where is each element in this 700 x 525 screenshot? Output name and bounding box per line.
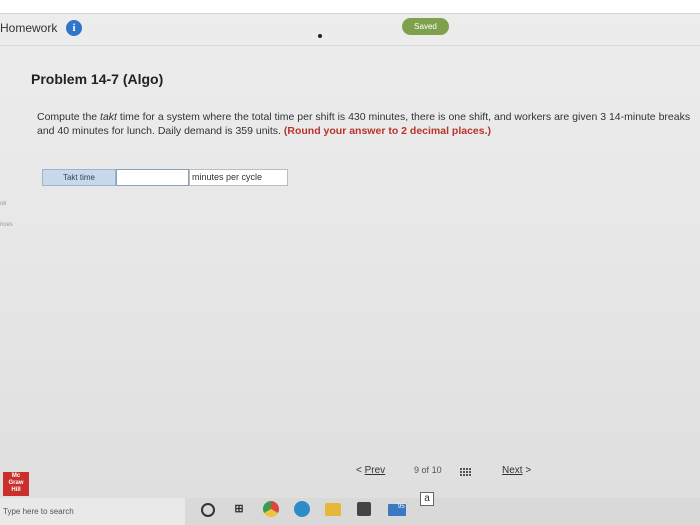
header-divider — [0, 45, 700, 46]
cursor-dot — [318, 34, 322, 38]
chevron-right-icon: > — [525, 465, 532, 476]
task-view-icon[interactable]: ⊞ — [232, 500, 246, 518]
next-label: Next — [502, 465, 523, 476]
chrome-icon[interactable] — [263, 501, 279, 517]
unit-label: minutes per cycle — [189, 169, 288, 186]
store-icon[interactable] — [357, 502, 371, 516]
question-italic: takt — [100, 111, 117, 123]
problem-title: Problem 14-7 (Algo) — [31, 71, 164, 87]
grid-icon[interactable] — [460, 468, 473, 479]
saved-badge: Saved — [402, 18, 449, 35]
cortana-icon[interactable] — [201, 503, 215, 517]
info-icon[interactable]: i — [66, 20, 82, 36]
prev-label: Prev — [364, 465, 386, 476]
mcgraw-hill-logo: Mc Graw Hill — [3, 472, 29, 496]
taskbar-search-input[interactable]: Type here to search — [0, 498, 185, 525]
takt-time-label: Takt time — [42, 169, 116, 186]
prev-button[interactable]: < Prev — [356, 465, 385, 476]
sidebar-item-1[interactable]: ok — [0, 201, 6, 207]
question-text: Compute the takt time for a system where… — [37, 110, 697, 138]
next-button[interactable]: Next > — [502, 465, 531, 476]
browser-top-strip — [0, 0, 700, 14]
question-emphasis: (Round your answer to 2 decimal places.) — [283, 125, 492, 137]
takt-time-input[interactable] — [116, 169, 189, 186]
file-explorer-icon[interactable] — [325, 503, 341, 516]
homework-title: Homework — [0, 21, 58, 35]
question-part1: Compute the — [37, 111, 101, 123]
chevron-left-icon: < — [356, 465, 362, 476]
sidebar-item-2[interactable]: nces — [0, 222, 13, 228]
edge-icon[interactable] — [294, 501, 310, 517]
mail-count-badge: 95 — [398, 504, 405, 510]
page-indicator: 9 of 10 — [414, 465, 442, 475]
word-icon[interactable]: a — [420, 492, 434, 506]
